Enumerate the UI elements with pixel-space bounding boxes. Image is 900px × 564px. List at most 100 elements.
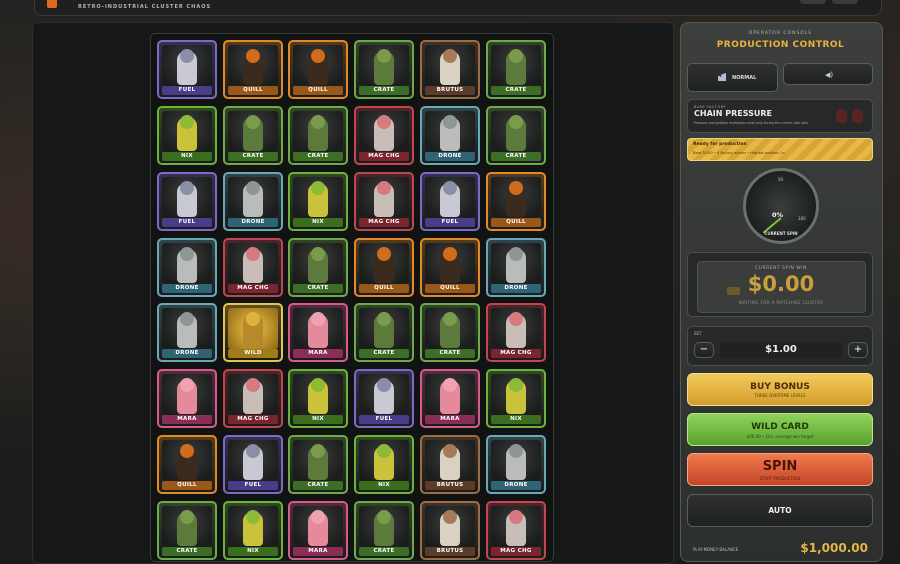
character-head — [180, 312, 194, 326]
win-status: WAITING FOR A MATCHING CLUSTER — [738, 300, 824, 305]
symbol-art — [425, 506, 475, 547]
character-head — [377, 181, 391, 195]
symbol-label: NIX — [491, 415, 541, 424]
symbol-art — [491, 45, 541, 86]
character-head — [443, 115, 457, 129]
spin-sub: START PRODUCTION — [759, 476, 801, 481]
character-head — [180, 247, 194, 261]
factory-desc: Pressure and position multipliers exist … — [694, 121, 810, 125]
speed-button[interactable]: NORMAL — [687, 63, 778, 92]
character-head — [246, 181, 260, 195]
character-head — [509, 49, 523, 63]
symbol-tile-drone: DRONE — [157, 238, 217, 297]
character-head — [311, 247, 325, 261]
symbol-label: DRONE — [162, 349, 212, 358]
symbol-art — [293, 440, 343, 481]
symbol-art — [162, 440, 212, 481]
symbol-art — [293, 506, 343, 547]
symbol-label: BRUTUS — [425, 481, 475, 490]
character-head — [443, 444, 457, 458]
symbol-art — [162, 243, 212, 284]
symbol-label: MARA — [162, 415, 212, 424]
symbol-tile-crate: CRATE — [354, 501, 414, 560]
symbol-art — [293, 177, 343, 218]
speaker-icon: ◀) — [825, 71, 834, 79]
character-head — [443, 312, 457, 326]
symbol-label: BRUTUS — [425, 86, 475, 95]
bet-increase-button[interactable]: + — [848, 342, 868, 358]
logo-icon — [47, 0, 57, 8]
character-head — [180, 510, 194, 524]
character-head — [311, 444, 325, 458]
symbol-art — [228, 374, 278, 415]
sound-button[interactable]: ◀) — [783, 63, 873, 85]
character-head — [180, 444, 194, 458]
symbol-tile-crate: CRATE — [157, 501, 217, 560]
symbol-tile-wild: WILD — [223, 303, 283, 362]
character-head — [311, 510, 325, 524]
symbol-label: MARA — [293, 349, 343, 358]
symbol-art — [293, 111, 343, 152]
character-head — [509, 510, 523, 524]
bet-decrease-button[interactable]: − — [694, 342, 714, 358]
symbol-art — [425, 45, 475, 86]
character-head — [443, 181, 457, 195]
symbol-label: MAG CHG — [491, 349, 541, 358]
spin-label: SPIN — [762, 459, 798, 474]
symbol-label: QUILL — [359, 284, 409, 293]
symbol-label: MAG CHG — [228, 415, 278, 424]
symbol-label: NIX — [162, 152, 212, 161]
balance-value: $1,000.00 — [800, 541, 868, 555]
symbol-tile-mara: MARA — [288, 501, 348, 560]
symbol-art — [162, 177, 212, 218]
symbol-art — [425, 243, 475, 284]
symbol-tile-fuel: FUEL — [354, 369, 414, 428]
symbol-tile-fuel: FUEL — [420, 172, 480, 231]
symbol-tile-mag-chg: MAG CHG — [486, 501, 546, 560]
symbol-tile-mag-chg: MAG CHG — [354, 106, 414, 165]
symbol-label: FUEL — [162, 86, 212, 95]
auto-label: AUTO — [768, 506, 792, 515]
symbol-tile-drone: DRONE — [223, 172, 283, 231]
symbol-art — [293, 374, 343, 415]
symbol-art — [359, 308, 409, 349]
symbol-label: MAG CHG — [228, 284, 278, 293]
character-head — [443, 378, 457, 392]
symbol-art — [162, 308, 212, 349]
symbol-label: BRUTUS — [425, 547, 475, 556]
symbol-label: DRONE — [491, 284, 541, 293]
pressure-gauge: 50 100 0% CURRENT SPIN — [743, 168, 819, 244]
ready-desc: Base 5/100 • 0 Factory alarms • Highest … — [693, 151, 786, 155]
buy-bonus-button[interactable]: BUY BONUS THREE OVERTIME LEVELS — [687, 373, 873, 406]
reel-grid: FUEL QUILL QUILL CRATE BRUTUS CRATE NIX CRATE CR… — [150, 33, 554, 562]
symbol-art — [228, 177, 278, 218]
symbol-art — [491, 440, 541, 481]
character-head — [377, 510, 391, 524]
character-head — [246, 378, 260, 392]
spin-button[interactable]: SPIN START PRODUCTION — [687, 453, 873, 486]
character-head — [509, 312, 523, 326]
alarm-light-1 — [836, 109, 847, 123]
symbol-label: CRATE — [228, 152, 278, 161]
symbol-art — [359, 374, 409, 415]
auto-button[interactable]: AUTO — [687, 494, 873, 527]
symbol-label: MAG CHG — [359, 218, 409, 227]
character-head — [377, 247, 391, 261]
symbol-art — [293, 45, 343, 86]
symbol-art — [359, 243, 409, 284]
symbol-art — [228, 506, 278, 547]
win-amount: $0.00 — [747, 272, 815, 296]
symbol-art — [228, 440, 278, 481]
symbol-label: DRONE — [425, 152, 475, 161]
symbol-tile-brutus: BRUTUS — [420, 435, 480, 494]
symbol-label: DRONE — [162, 284, 212, 293]
wild-card-button[interactable]: WILD CARD $20.00 • 10× average win targe… — [687, 413, 873, 446]
character-head — [377, 312, 391, 326]
settings-button[interactable] — [832, 0, 858, 4]
menu-button[interactable] — [800, 0, 826, 4]
symbol-art — [425, 374, 475, 415]
symbol-tile-crate: CRATE — [354, 303, 414, 362]
character-head — [443, 49, 457, 63]
symbol-label: NIX — [293, 218, 343, 227]
symbol-art — [293, 243, 343, 284]
